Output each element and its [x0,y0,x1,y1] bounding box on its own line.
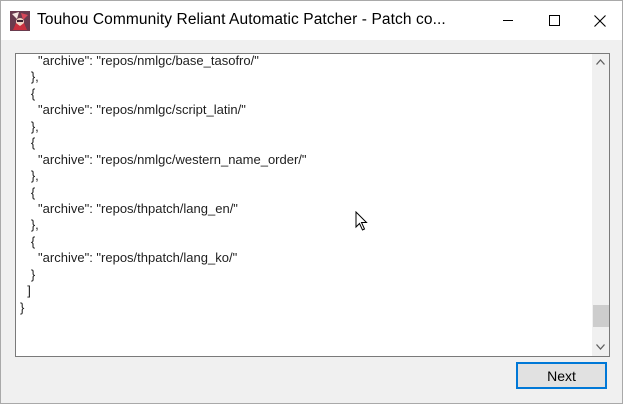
code-line: } [20,299,25,315]
code-line: }, [20,217,39,233]
scroll-down-button[interactable] [592,339,609,356]
title-bar[interactable]: Touhou Community Reliant Automatic Patch… [1,1,622,40]
code-line: }, [20,168,39,184]
minimize-button[interactable] [485,1,531,40]
code-line: "archive": "repos/nmlgc/base_tasofro/" [20,53,259,68]
vertical-scrollbar[interactable] [592,54,609,356]
scrollbar-thumb[interactable] [593,304,609,327]
chevron-down-icon [596,344,605,350]
code-line: }, [20,69,39,85]
window-title: Touhou Community Reliant Automatic Patch… [37,11,446,28]
patch-config-text: "archive": "repos/nmlgc/base_tasofro/" }… [20,53,307,316]
close-icon [594,15,606,27]
code-line: "archive": "repos/thpatch/lang_en/" [20,200,238,216]
code-line: { [20,233,36,249]
patcher-window: Touhou Community Reliant Automatic Patch… [0,0,623,404]
code-line: "archive": "repos/thpatch/lang_ko/" [20,250,238,266]
scroll-up-button[interactable] [592,54,609,71]
next-button[interactable]: Next [516,362,607,389]
code-line: "archive": "repos/nmlgc/western_name_ord… [20,151,307,167]
code-line: }, [20,118,39,134]
code-line: { [20,85,36,101]
close-button[interactable] [577,1,623,40]
code-line: { [20,135,36,151]
code-line: } [20,266,36,282]
chevron-up-icon [596,59,605,65]
maximize-button[interactable] [531,1,577,40]
mouse-pointer-icon [355,211,368,231]
code-line: { [20,184,36,200]
code-line: "archive": "repos/nmlgc/script_latin/" [20,102,246,118]
app-icon [10,11,30,31]
patch-config-textbox[interactable]: "archive": "repos/nmlgc/base_tasofro/" }… [15,53,610,357]
code-line: ] [20,283,31,299]
